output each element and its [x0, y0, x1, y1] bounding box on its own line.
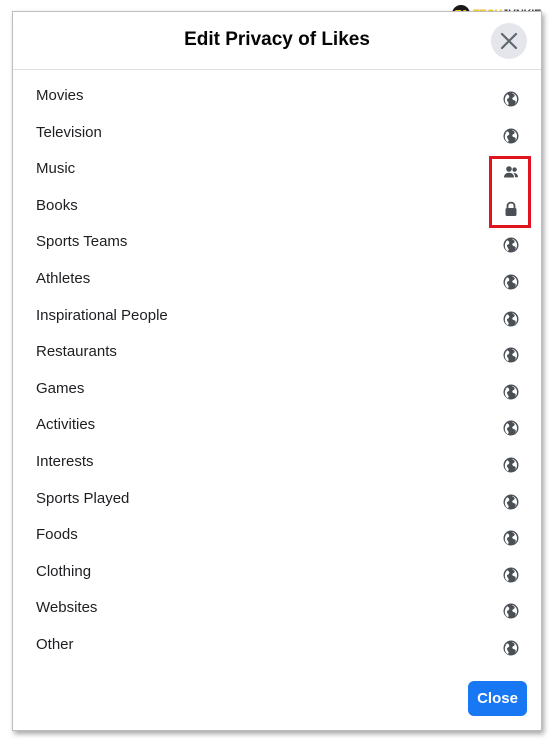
category-label: Clothing: [36, 562, 92, 580]
category-label: Other: [36, 635, 74, 653]
list-item: Other: [13, 629, 541, 666]
close-button[interactable]: Close: [468, 681, 527, 716]
globe-icon[interactable]: [503, 91, 519, 107]
category-label: Books: [36, 196, 78, 214]
list-item: Books: [13, 190, 541, 227]
list-item: Restaurants: [13, 336, 541, 373]
globe-icon[interactable]: [503, 420, 519, 436]
globe-icon[interactable]: [503, 530, 519, 546]
list-item: Games: [13, 373, 541, 410]
list-item: Interests: [13, 446, 541, 483]
globe-icon[interactable]: [503, 457, 519, 473]
list-item: Websites: [13, 592, 541, 629]
category-label: Music: [36, 160, 76, 178]
category-label: Foods: [36, 526, 78, 544]
close-icon: [500, 32, 518, 50]
category-label: Websites: [36, 599, 98, 617]
category-label: Restaurants: [36, 343, 117, 361]
globe-icon[interactable]: [503, 311, 519, 327]
friends-icon[interactable]: [503, 164, 519, 180]
category-label: Activities: [36, 416, 96, 434]
list-item: Foods: [13, 519, 541, 556]
globe-icon[interactable]: [503, 640, 519, 656]
category-label: Inspirational People: [36, 306, 168, 324]
list-item: Sports Played: [13, 483, 541, 520]
list-item: Sports Teams: [13, 226, 541, 263]
globe-icon[interactable]: [503, 274, 519, 290]
category-label: Sports Teams: [36, 233, 128, 251]
globe-icon[interactable]: [503, 347, 519, 363]
close-x-button[interactable]: [491, 23, 527, 59]
list-item: Clothing: [13, 556, 541, 593]
edit-privacy-dialog: Edit Privacy of Likes Movies Television Mu…: [12, 11, 542, 731]
likes-category-list: Movies Television Music Books Sports Teams At…: [13, 80, 541, 666]
globe-icon[interactable]: [503, 128, 519, 144]
dialog-header: Edit Privacy of Likes: [13, 12, 541, 70]
list-item: Activities: [13, 409, 541, 446]
globe-icon[interactable]: [503, 494, 519, 510]
list-item: Inspirational People: [13, 300, 541, 337]
category-label: Movies: [36, 87, 84, 104]
list-item: Television: [13, 117, 541, 154]
category-label: Athletes: [36, 269, 91, 287]
globe-icon[interactable]: [503, 567, 519, 583]
globe-icon[interactable]: [503, 603, 519, 619]
category-label: Sports Played: [36, 489, 130, 507]
category-label: Television: [36, 123, 102, 141]
lock-icon[interactable]: [503, 201, 519, 217]
globe-icon[interactable]: [503, 237, 519, 253]
category-label: Interests: [36, 452, 94, 470]
list-item: Movies: [13, 80, 541, 117]
globe-icon[interactable]: [503, 384, 519, 400]
category-label: Games: [36, 379, 85, 397]
dialog-title: Edit Privacy of Likes: [184, 29, 370, 50]
list-item: Music: [13, 153, 541, 190]
list-item: Athletes: [13, 263, 541, 300]
